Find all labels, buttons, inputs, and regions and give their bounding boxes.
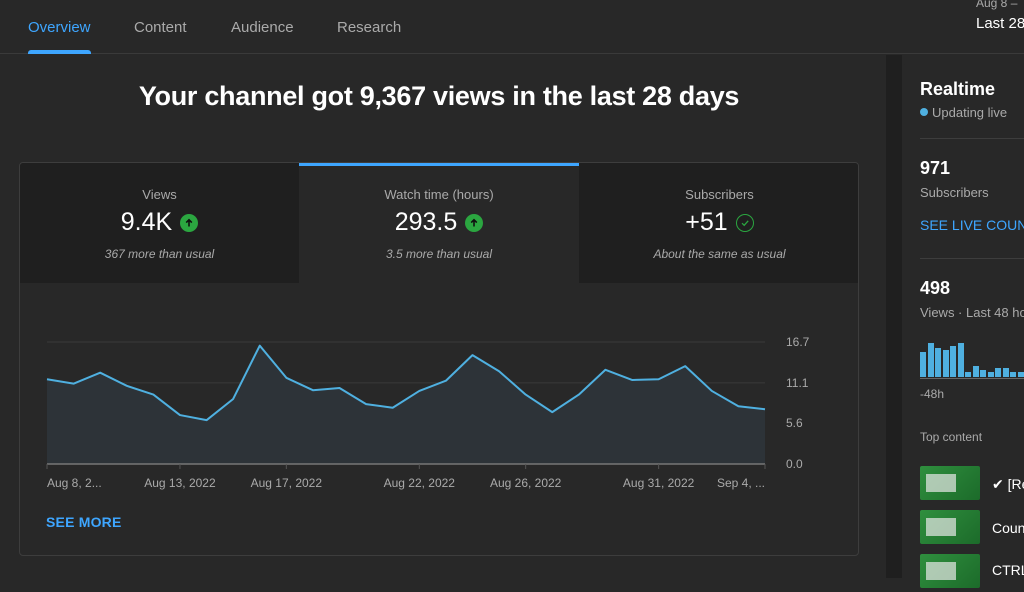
realtime-bar [927,342,934,377]
realtime-bar [1010,371,1016,377]
x-tick-label: Aug 17, 2022 [251,476,323,490]
tab-audience[interactable]: Audience [231,19,294,36]
realtime-bar [935,348,941,377]
top-content-title[interactable]: CTRL [992,562,1024,578]
live-indicator-icon [920,108,928,116]
realtime-bar [965,371,971,377]
realtime-views-label: Views · Last 48 hours [920,305,1024,320]
y-tick-label: 16.7 [786,335,810,349]
realtime-bar [1002,368,1009,377]
see-more-link[interactable]: SEE MORE [46,514,122,530]
realtime-bar [987,371,994,377]
x-tick-label: Aug 13, 2022 [144,476,216,490]
realtime-bar [980,369,986,377]
y-tick-label: 5.6 [786,416,803,430]
top-content-thumbnail[interactable] [920,466,980,500]
chart-area-fill [47,345,765,464]
overview-main: Your channel got 9,367 views in the last… [0,55,886,578]
x-tick-label: Aug 22, 2022 [384,476,456,490]
watch-time-chart: 0.0 5.6 11.1 16.7 Aug 8, 2... Aug 13, 2022 Aug… [46,335,810,490]
top-content-heading: Top content [920,430,983,444]
y-tick-label: 0.0 [786,457,803,471]
realtime-bar [942,350,949,377]
page-headline: Your channel got 9,367 views in the last… [138,81,740,111]
x-tick-label: Sep 4, ... [717,476,765,490]
realtime-views-count: 498 [920,278,951,298]
realtime-bar [995,368,1001,377]
tab-overview[interactable]: Overview [28,19,91,36]
x-tick-label: Aug 26, 2022 [490,476,562,490]
date-range-dates[interactable]: Aug 8 – [976,0,1017,10]
realtime-bar [950,346,956,377]
top-content-thumbnail[interactable] [920,554,980,588]
top-content-title[interactable]: Coun [992,520,1024,536]
metrics-card: Views 9.4K 367 more than usual Watch tim… [19,162,859,556]
y-tick-label: 11.1 [786,376,809,390]
realtime-subscribers-count: 971 [920,158,951,178]
divider [920,258,1024,259]
see-live-count-link[interactable]: SEE LIVE COUNT [920,217,1024,233]
realtime-panel: Realtime Updating live 971 Subscribers S… [902,62,1024,592]
divider [920,138,1024,139]
realtime-bar [1017,371,1024,377]
top-content-title[interactable]: ✔ [Re [992,476,1024,493]
realtime-bar [972,366,979,377]
bar-chart-baseline [920,378,1024,379]
realtime-bar [920,351,926,377]
x-tick-label: Aug 31, 2022 [623,476,695,490]
panel-gutter [886,55,902,578]
realtime-title: Realtime [920,79,996,99]
top-content-thumbnail[interactable] [920,510,980,544]
top-navigation: Overview Content Audience Research Aug 8… [0,0,1024,54]
bar-chart-axis-label: -48h [920,387,945,401]
realtime-status: Updating live [932,105,1008,120]
tab-research[interactable]: Research [337,19,401,36]
active-tab-indicator [28,50,91,54]
tab-content[interactable]: Content [134,19,187,36]
x-tick-label: Aug 8, 2... [47,476,102,490]
realtime-subscribers-label: Subscribers [920,185,989,200]
realtime-bar [957,342,964,377]
date-range-period[interactable]: Last 28 [976,15,1024,32]
